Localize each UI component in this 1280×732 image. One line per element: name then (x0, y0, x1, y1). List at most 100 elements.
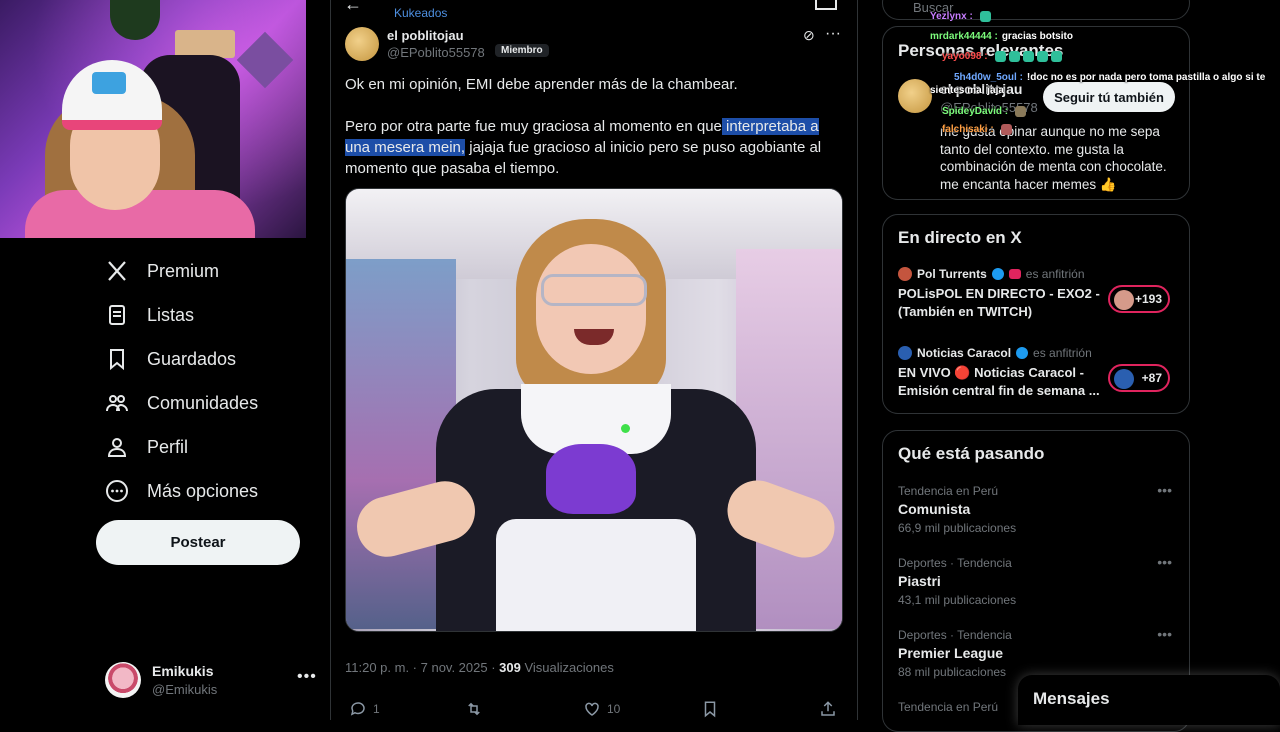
host-suffix: es anfitrión (1033, 346, 1092, 360)
bookmark-icon (704, 701, 716, 718)
member-badge: Miembro (495, 44, 549, 57)
more-dots-icon[interactable]: ••• (1157, 554, 1172, 570)
views-label: Visualizaciones (520, 660, 614, 675)
emote-icon (1036, 51, 1048, 62)
chat-user: Yezlynx : (930, 11, 973, 23)
bookmark-button[interactable] (701, 700, 719, 718)
trend-name: Premier League (898, 645, 1004, 661)
x-logo-icon (108, 261, 126, 281)
card-title: En directo en X (898, 228, 1022, 247)
trend-count: 66,9 mil publicaciones (898, 521, 1017, 535)
back-arrow-icon[interactable]: ← (344, 0, 362, 15)
chat-text: gracias botsito (1001, 31, 1073, 42)
trend-category: Tendencia en Perú (898, 484, 999, 498)
reply-button[interactable]: 1 (349, 700, 380, 718)
avatar (105, 662, 141, 698)
trend-category: Deportes · Tendencia (898, 556, 1012, 570)
host-name: Noticias Caracol (917, 346, 1012, 360)
profile-icon (107, 438, 127, 457)
trend-name: Piastri (898, 573, 941, 589)
nav-label: Premium (147, 260, 220, 281)
tweet-paragraph: Pero por otra parte fue muy graciosa al … (345, 116, 835, 179)
account-switcher[interactable]: Emikukis @Emikukis ••• (105, 660, 320, 700)
more-dots-icon[interactable]: ••• (1157, 626, 1172, 642)
share-icon (821, 701, 835, 716)
chat-message: mrdark44444 : gracias botsito (930, 31, 1073, 42)
chat-user: 5h4d0w_5oul : (954, 72, 1023, 83)
nav-item-profile[interactable]: Perfil (105, 432, 188, 462)
live-on-x-card: En directo en X Pol Turrents es anfitrió… (882, 214, 1190, 414)
emote-icon (1022, 51, 1034, 62)
live-icon (1008, 269, 1021, 279)
nav-item-more-options[interactable]: Más opciones (105, 476, 258, 506)
avatar (1114, 369, 1134, 389)
author-handle[interactable]: @EPoblito55578 (387, 45, 485, 60)
host-name: Pol Turrents (917, 267, 987, 281)
trend-item[interactable]: Tendencia en Perú Comunista 66,9 mil pub… (898, 482, 1178, 535)
avatar (898, 267, 912, 281)
nav-item-bookmarks[interactable]: Guardados (105, 344, 236, 374)
search-input[interactable]: Buscar (882, 0, 1190, 20)
avatar[interactable] (345, 27, 379, 61)
list-icon (109, 305, 125, 325)
emote-icon (994, 51, 1006, 62)
account-name: Emikukis (152, 663, 214, 679)
verified-icon (1016, 347, 1029, 359)
more-circle-icon (106, 480, 128, 502)
host-suffix: es anfitrión (1025, 267, 1085, 281)
trend-item[interactable]: Deportes · Tendencia Premier League 88 m… (898, 626, 1178, 679)
tweet-header: el poblitojau @EPoblito55578 Miembro ⊘ ·… (345, 25, 845, 65)
nav-item-communities[interactable]: Comunidades (105, 388, 258, 418)
more-dots-icon[interactable]: ••• (297, 668, 317, 686)
author-name[interactable]: el poblitojau (387, 28, 464, 43)
grok-icon[interactable]: ⊘ (803, 27, 815, 44)
like-button[interactable]: 10 (583, 700, 620, 718)
tweet-video[interactable] (345, 188, 843, 632)
account-handle: @Emikukis (152, 682, 218, 697)
live-host: Pol Turrents es anfitrión (898, 267, 1085, 281)
chat-user: SpideyDavid : (942, 106, 1009, 118)
chat-message: yayo098 : (942, 51, 1062, 62)
chat-message: falchisaki : (942, 124, 1012, 135)
live-title: EN VIVO 🔴 Noticias Caracol - Emisión cen… (898, 365, 1100, 398)
emote-icon (1000, 124, 1012, 135)
more-dots-icon[interactable]: ··· (825, 25, 841, 43)
repost-icon (468, 702, 480, 716)
trend-category: Deportes · Tendencia (898, 628, 1012, 642)
verified-icon (991, 268, 1004, 280)
chat-user: mrdark44444 : (930, 31, 998, 42)
trend-name: Comunista (898, 501, 971, 517)
listeners-pill[interactable]: +87 (1108, 364, 1170, 392)
listeners-pill[interactable]: +193 (1108, 285, 1170, 313)
post-button[interactable]: Postear (96, 520, 300, 565)
community-label[interactable]: Kukeados (394, 6, 447, 20)
tweet-text: Ok en mi opinión, EMI debe aprender más … (345, 74, 835, 179)
messages-label: Mensajes (1033, 689, 1110, 708)
chat-message: 5h4d0w_5oul : !doc no es por nada pero to… (930, 71, 1270, 97)
live-title: POLisPOL EN DIRECTO - EXO2 - (También en… (898, 286, 1100, 319)
tweet-time[interactable]: 11:20 p. m. · 7 nov. 2025 · (345, 660, 499, 675)
nav-label: Comunidades (147, 392, 259, 413)
nav-item-lists[interactable]: Listas (105, 300, 194, 330)
avatar (1114, 290, 1134, 310)
nav-item-premium[interactable]: Premium (105, 256, 219, 286)
tweet-paragraph: Ok en mi opinión, EMI debe aprender más … (345, 76, 738, 93)
card-title: Qué está pasando (898, 444, 1045, 463)
repost-button[interactable] (465, 700, 483, 718)
share-tray-icon[interactable] (815, 0, 837, 10)
bookmark-icon (110, 349, 124, 371)
reply-icon (350, 702, 365, 716)
avatar[interactable] (898, 79, 932, 113)
nav-label: Listas (147, 304, 195, 325)
nav-label: Más opciones (147, 480, 259, 501)
streamer-webcam (0, 0, 306, 238)
trend-item[interactable]: Deportes · Tendencia Piastri 43,1 mil pu… (898, 554, 1178, 607)
listeners-count: +193 (1134, 292, 1162, 306)
live-host: Noticias Caracol es anfitrión (898, 346, 1092, 360)
share-button[interactable] (819, 700, 837, 718)
emote-icon (1015, 106, 1027, 117)
emote-icon (1050, 51, 1062, 62)
emote-icon (979, 11, 991, 22)
messages-drawer[interactable]: Mensajes (1018, 675, 1280, 725)
more-dots-icon[interactable]: ••• (1157, 482, 1172, 498)
